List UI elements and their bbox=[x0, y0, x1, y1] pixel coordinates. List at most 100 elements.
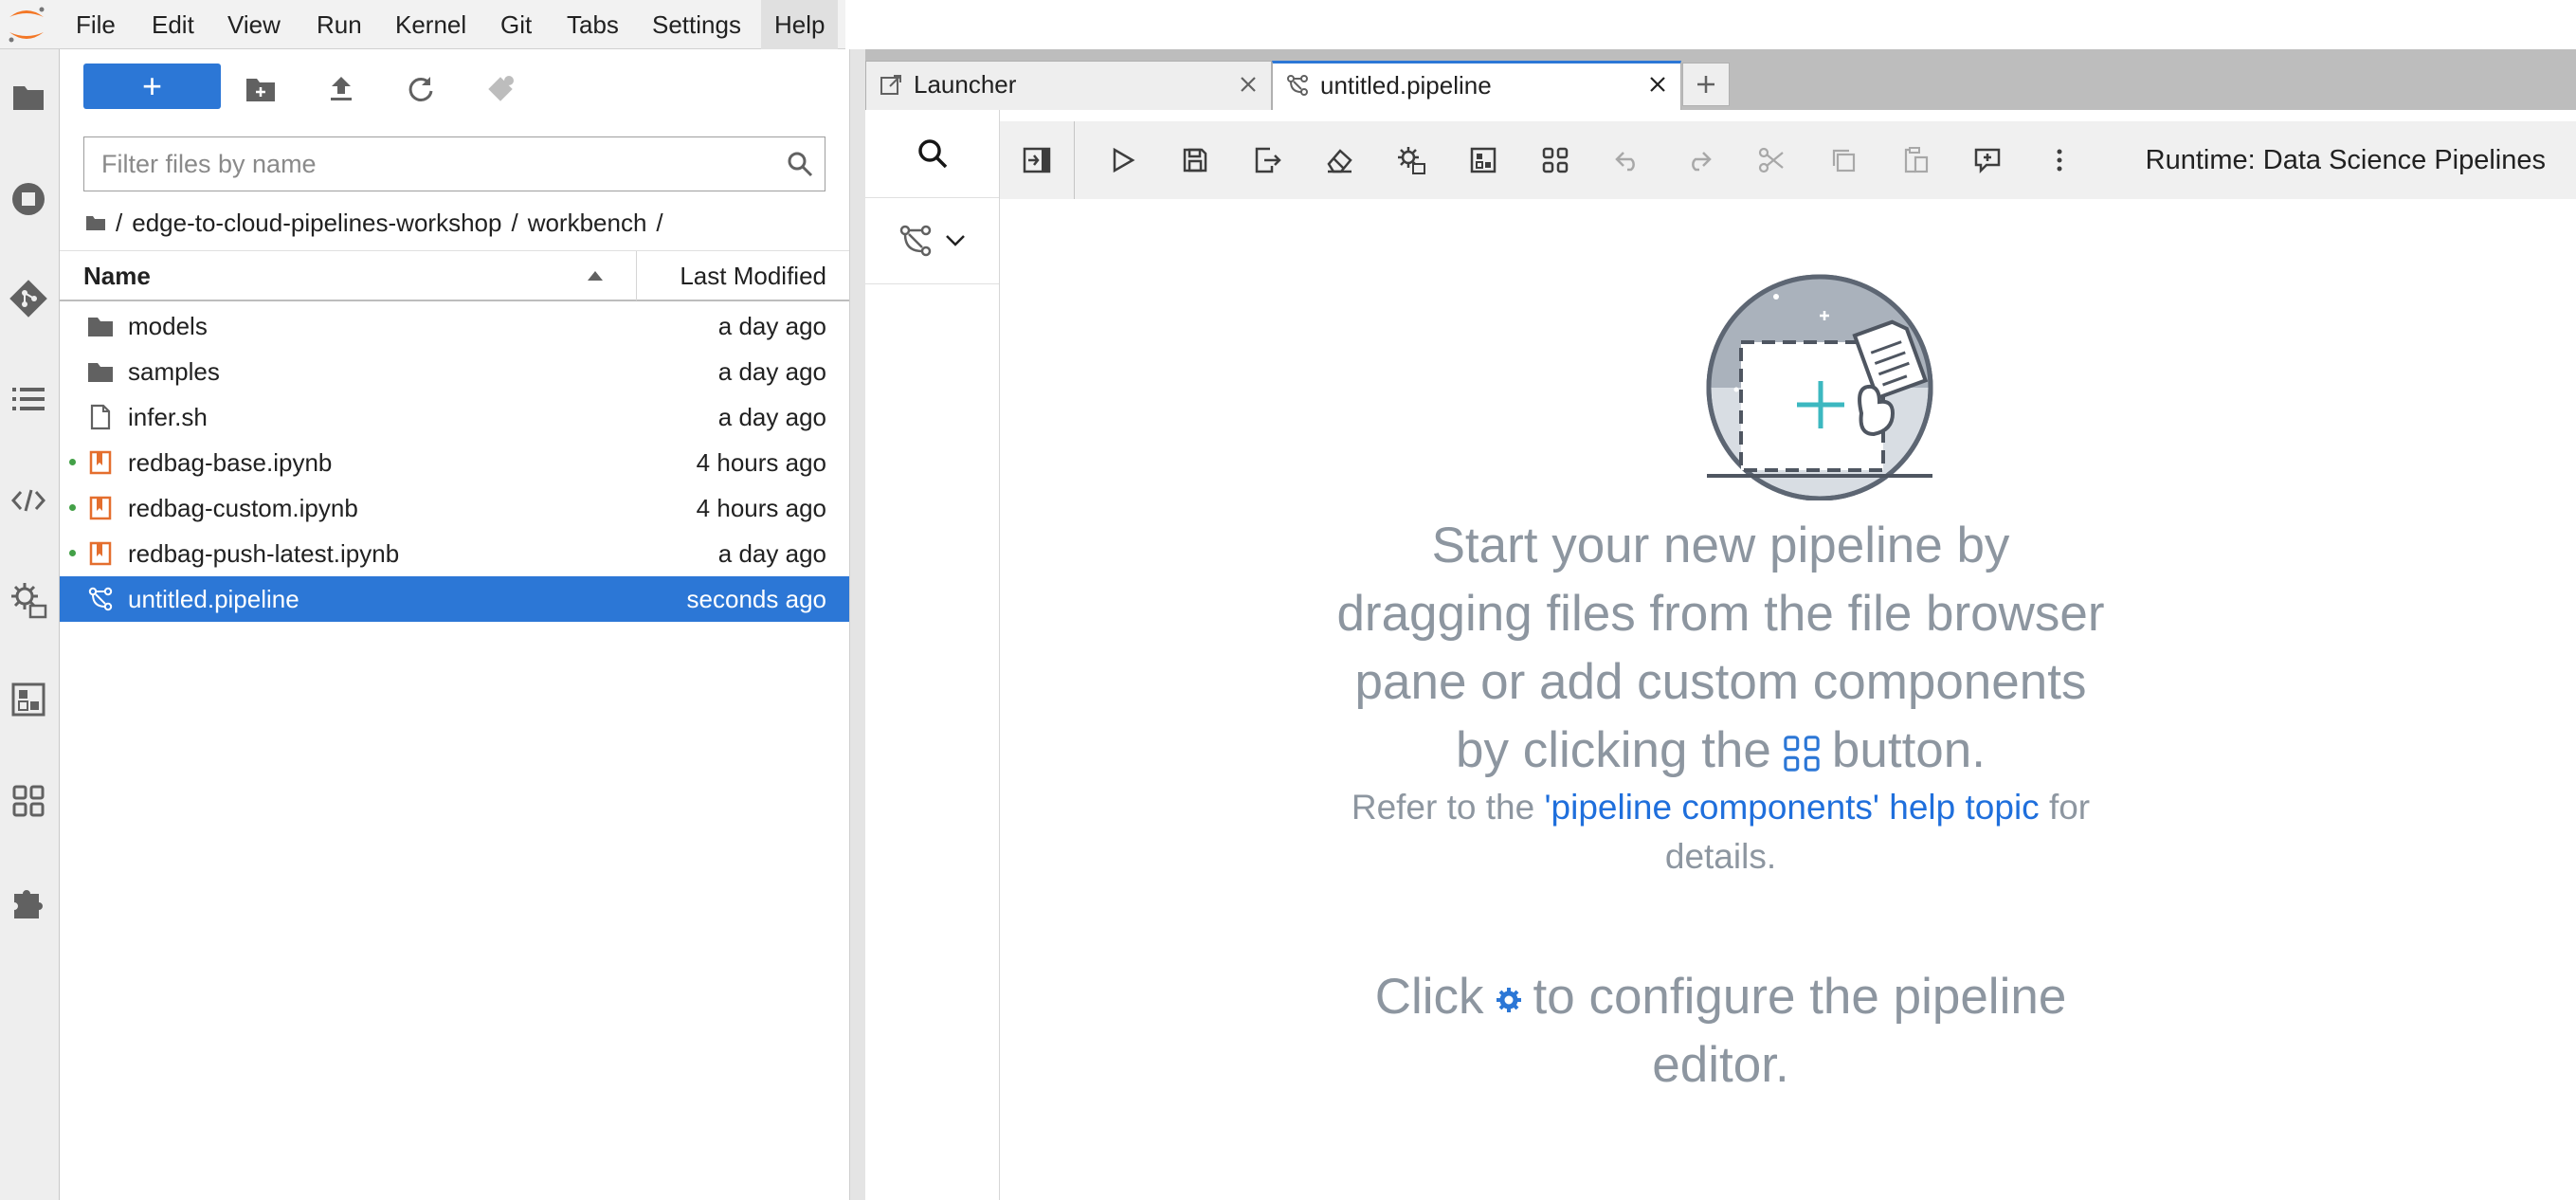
file-row[interactable]: redbag-push-latest.ipynb a day ago bbox=[60, 531, 849, 576]
file-browser-folder-icon[interactable] bbox=[0, 68, 57, 125]
runtimes-icon[interactable] bbox=[0, 572, 57, 628]
new-tab-button[interactable] bbox=[1682, 63, 1730, 106]
jupyter-logo-icon bbox=[6, 6, 47, 44]
cut-icon bbox=[1758, 147, 1784, 173]
git-clone-button[interactable] bbox=[480, 68, 521, 110]
menu-tabs[interactable]: Tabs bbox=[553, 0, 632, 49]
cut-button[interactable] bbox=[1751, 139, 1792, 181]
add-comment-button[interactable] bbox=[1967, 139, 2008, 181]
pipeline-icon bbox=[899, 225, 931, 257]
paste-icon bbox=[1904, 147, 1929, 173]
panel-splitter[interactable] bbox=[849, 49, 865, 1200]
column-divider[interactable] bbox=[636, 251, 637, 300]
git-clone-icon bbox=[488, 76, 514, 101]
git-icon[interactable] bbox=[0, 270, 57, 327]
search-icon bbox=[917, 139, 947, 169]
menu-edit[interactable]: Edit bbox=[138, 0, 208, 49]
breadcrumb-item-workbench[interactable]: workbench bbox=[528, 209, 647, 238]
new-folder-button[interactable] bbox=[240, 68, 281, 110]
empty-state-text: by clicking the bbox=[1456, 722, 1771, 778]
sort-ascending-icon bbox=[587, 270, 604, 282]
gear-icon[interactable] bbox=[1496, 987, 1522, 1013]
clear-pipeline-button[interactable] bbox=[1318, 139, 1360, 181]
help-suffix: for bbox=[2048, 788, 2091, 827]
empty-pipeline-illustration bbox=[1705, 271, 1980, 500]
component-catalogs-icon[interactable] bbox=[1783, 735, 1821, 773]
pipeline-icon bbox=[1286, 74, 1309, 97]
file-browser-toolbar: + bbox=[60, 49, 849, 129]
menu-view[interactable]: View bbox=[214, 0, 294, 49]
file-row[interactable]: samples a day ago bbox=[60, 349, 849, 394]
column-header-name[interactable]: Name bbox=[83, 251, 151, 300]
table-of-contents-icon[interactable] bbox=[0, 371, 57, 427]
config-line-1: Click to configure the pipeline bbox=[865, 963, 2576, 1031]
redo-button[interactable] bbox=[1678, 139, 1720, 181]
copy-button[interactable] bbox=[1823, 139, 1864, 181]
document-tab-bar: Launcher untitled.pipeline bbox=[865, 49, 2576, 110]
open-panel-icon bbox=[1023, 147, 1051, 173]
close-icon[interactable] bbox=[1646, 73, 1669, 96]
export-icon bbox=[1255, 147, 1281, 173]
pipeline-toolbar: Runtime: Data Science Pipelines bbox=[1000, 121, 2576, 199]
breadcrumb-home-folder-icon[interactable] bbox=[85, 214, 106, 231]
more-actions-button[interactable] bbox=[2039, 139, 2080, 181]
file-row[interactable]: redbag-custom.ipynb 4 hours ago bbox=[60, 485, 849, 531]
file-list-header: Name Last Modified bbox=[60, 250, 849, 301]
run-pipeline-button[interactable] bbox=[1102, 139, 1144, 181]
new-launcher-button[interactable]: + bbox=[83, 64, 221, 109]
tab-untitled-pipeline[interactable]: untitled.pipeline bbox=[1272, 61, 1681, 110]
tab-launcher[interactable]: Launcher bbox=[865, 61, 1272, 110]
empty-state-line-2: dragging files from the file browser bbox=[1336, 586, 2105, 642]
kebab-menu-icon bbox=[2057, 149, 2062, 172]
filter-box bbox=[83, 136, 825, 191]
pipeline-icon bbox=[86, 585, 115, 613]
menu-settings[interactable]: Settings bbox=[639, 0, 754, 49]
tab-label: untitled.pipeline bbox=[1320, 71, 1492, 100]
running-indicator bbox=[69, 504, 76, 511]
refresh-button[interactable] bbox=[400, 68, 442, 110]
file-browser: + / edge-to-cloud-pipelines-workshop / w… bbox=[60, 49, 849, 1200]
palette-search-button[interactable] bbox=[865, 110, 999, 198]
menu-run[interactable]: Run bbox=[303, 0, 375, 49]
extensions-icon[interactable] bbox=[0, 874, 57, 931]
notebook-icon bbox=[86, 539, 115, 568]
component-catalogs-icon[interactable] bbox=[0, 773, 57, 829]
runtime-label: Runtime: Data Science Pipelines bbox=[2145, 145, 2546, 175]
folder-icon bbox=[86, 357, 115, 386]
close-icon[interactable] bbox=[1237, 73, 1260, 96]
running-indicator bbox=[69, 550, 76, 556]
undo-button[interactable] bbox=[1606, 139, 1648, 181]
runtimes-icon bbox=[1398, 147, 1425, 174]
file-last-modified: a day ago bbox=[717, 403, 826, 431]
menu-help[interactable]: Help bbox=[761, 0, 839, 49]
open-component-catalogs-button[interactable] bbox=[1534, 139, 1576, 181]
pipeline-components-help-link[interactable]: 'pipeline components' help topic bbox=[1544, 788, 2039, 827]
toggle-palette-button[interactable] bbox=[1016, 139, 1058, 181]
runtime-images-icon[interactable] bbox=[0, 671, 57, 728]
upload-button[interactable] bbox=[320, 68, 362, 110]
file-row[interactable]: models a day ago bbox=[60, 303, 849, 349]
file-row[interactable]: redbag-base.ipynb 4 hours ago bbox=[60, 440, 849, 485]
file-row[interactable]: infer.sh a day ago bbox=[60, 394, 849, 440]
copy-icon bbox=[1832, 149, 1856, 173]
config-line-2: editor. bbox=[1652, 1037, 1789, 1093]
menu-file[interactable]: File bbox=[63, 0, 129, 49]
open-runtime-images-button[interactable] bbox=[1462, 139, 1504, 181]
menu-git[interactable]: Git bbox=[487, 0, 545, 49]
code-snippets-icon[interactable] bbox=[0, 472, 57, 529]
file-row[interactable]: untitled.pipeline seconds ago bbox=[60, 576, 849, 622]
running-sessions-icon[interactable] bbox=[0, 171, 57, 227]
eraser-icon bbox=[1327, 149, 1352, 173]
tab-label: Launcher bbox=[914, 70, 1017, 99]
notebook-icon bbox=[86, 448, 115, 477]
file-filter-input[interactable] bbox=[84, 137, 767, 191]
breadcrumb-separator: / bbox=[511, 208, 518, 237]
menu-kernel[interactable]: Kernel bbox=[382, 0, 480, 49]
paste-button[interactable] bbox=[1895, 139, 1936, 181]
save-pipeline-button[interactable] bbox=[1174, 139, 1216, 181]
export-pipeline-button[interactable] bbox=[1246, 139, 1288, 181]
open-runtimes-button[interactable] bbox=[1390, 139, 1432, 181]
palette-category-toggle[interactable] bbox=[865, 198, 999, 284]
column-header-last-modified[interactable]: Last Modified bbox=[680, 251, 826, 300]
breadcrumb-item-workshop[interactable]: edge-to-cloud-pipelines-workshop bbox=[132, 209, 501, 238]
